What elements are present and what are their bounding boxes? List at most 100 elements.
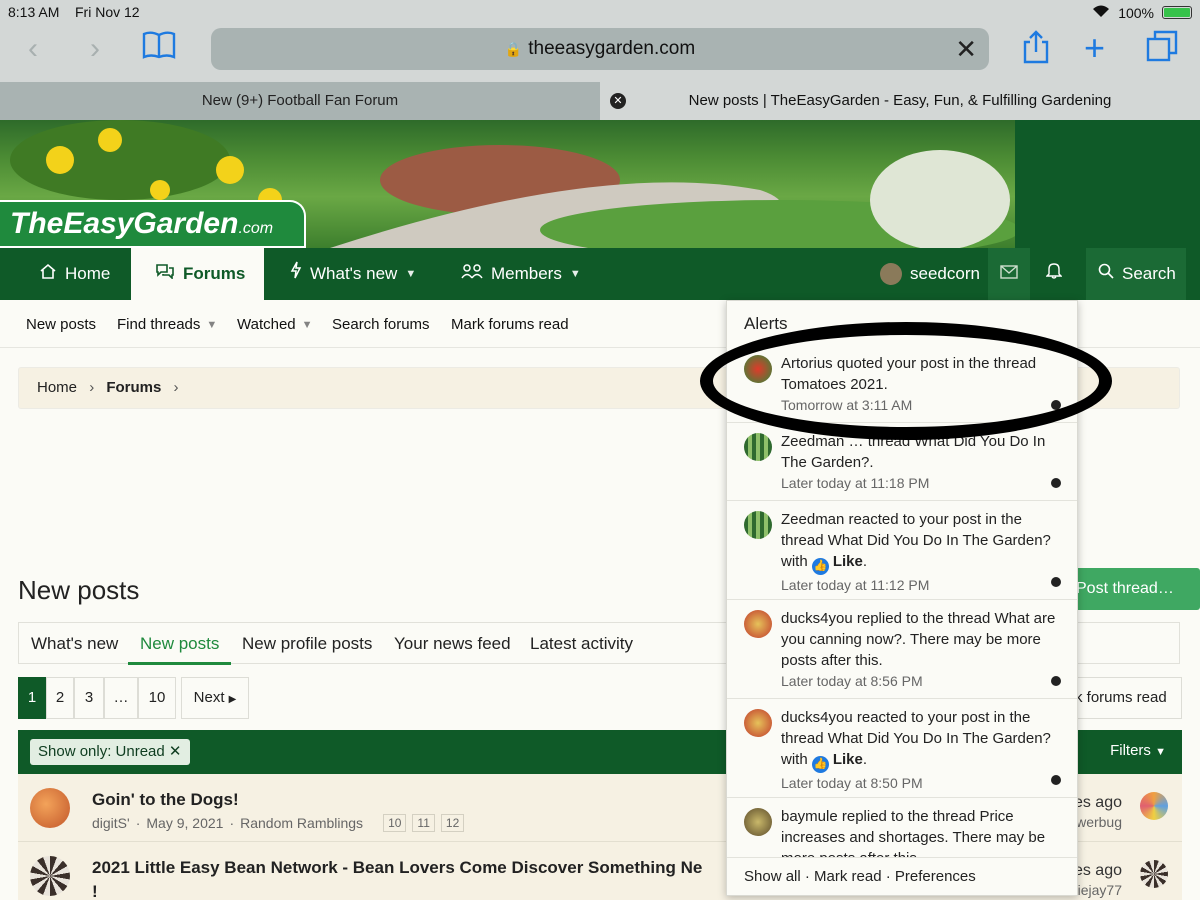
tab-label: New (9+) Football Fan Forum bbox=[201, 92, 399, 109]
nav-search[interactable]: Search bbox=[1086, 248, 1186, 300]
page-2[interactable]: 2 bbox=[46, 677, 74, 719]
nav-conversations[interactable] bbox=[988, 248, 1030, 300]
filter-chip-unread[interactable]: Show only: Unread ✕ bbox=[30, 739, 190, 765]
thread-meta: digitS' · May 9, 2021 · Random Ramblings 1… bbox=[92, 814, 465, 832]
avatar bbox=[30, 856, 70, 896]
nav-forums-label: Forums bbox=[183, 264, 246, 283]
caret-right-icon: ▶ bbox=[228, 694, 237, 705]
thread-forum[interactable]: Random Ramblings bbox=[240, 815, 363, 831]
page-1[interactable]: 1 bbox=[18, 677, 46, 719]
unread-dot[interactable] bbox=[1051, 577, 1061, 587]
chevron-down-icon[interactable]: ▼ bbox=[405, 248, 416, 300]
alert-item[interactable]: ducks4you reacted to your post in the th… bbox=[727, 699, 1077, 798]
address-bar[interactable]: 🔒 theeasygarden.com ✕ bbox=[211, 28, 989, 70]
avatar bbox=[744, 610, 772, 638]
filters-label: Filters bbox=[1110, 742, 1151, 759]
forward-icon[interactable]: › bbox=[90, 34, 100, 64]
browser-toolbar: ‹ › 🔒 theeasygarden.com ✕ + bbox=[0, 24, 1200, 82]
nav-home[interactable]: Home bbox=[27, 248, 122, 300]
mark-forums-read-button[interactable]: k forums read bbox=[1060, 677, 1182, 719]
share-icon[interactable] bbox=[1022, 30, 1050, 73]
unread-dot[interactable] bbox=[1051, 478, 1061, 488]
filter-label: Show only: bbox=[38, 743, 112, 760]
back-icon[interactable]: ‹ bbox=[28, 34, 38, 64]
thread-author[interactable]: digitS' bbox=[92, 815, 130, 831]
remove-filter-icon[interactable]: ✕ bbox=[169, 743, 182, 760]
avatar bbox=[1140, 860, 1168, 888]
chevron-down-icon[interactable]: ▼ bbox=[302, 319, 313, 331]
tab-news-feed[interactable]: Your news feed bbox=[394, 623, 511, 665]
alert-item[interactable]: Artorius quoted your post in the thread … bbox=[727, 345, 1077, 423]
site-logo[interactable]: TheEasyGarden.com bbox=[0, 200, 306, 248]
thread-last-time: es ago bbox=[1073, 862, 1122, 879]
subnav-mark-read[interactable]: Mark forums read bbox=[451, 316, 569, 333]
alert-message: Zeedman … thread What Did You Do In The … bbox=[781, 433, 1046, 471]
unread-dot[interactable] bbox=[1051, 400, 1061, 410]
bookmarks-icon[interactable] bbox=[142, 30, 176, 69]
post-thread-button[interactable]: Post thread… bbox=[1066, 568, 1200, 610]
search-icon bbox=[1098, 248, 1114, 300]
nav-forums[interactable]: Forums bbox=[131, 248, 264, 300]
alert-item[interactable]: Zeedman reacted to your post in the thre… bbox=[727, 501, 1077, 600]
chevron-down-icon[interactable]: ▼ bbox=[570, 248, 581, 300]
page-ellipsis[interactable]: … bbox=[104, 677, 138, 719]
subnav-watched[interactable]: Watched ▼ bbox=[237, 316, 313, 333]
tab-new-profile-posts[interactable]: New profile posts bbox=[242, 623, 372, 665]
alert-item[interactable]: Zeedman … thread What Did You Do In The … bbox=[727, 423, 1077, 501]
members-icon bbox=[461, 248, 483, 300]
thread-last-user[interactable]: werbug bbox=[1076, 814, 1122, 830]
thread-last-user[interactable]: iejay77 bbox=[1078, 882, 1122, 898]
thread-page-link[interactable]: 11 bbox=[412, 814, 435, 832]
close-tab-icon[interactable]: ✕ bbox=[610, 93, 626, 109]
thread-title[interactable]: Goin' to the Dogs! bbox=[92, 790, 239, 810]
nav-alerts[interactable] bbox=[1034, 248, 1074, 300]
status-right: 100% bbox=[1092, 4, 1192, 21]
thread-title[interactable]: 2021 Little Easy Bean Network - Bean Lov… bbox=[92, 858, 702, 878]
unread-dot[interactable] bbox=[1051, 676, 1061, 686]
alert-item[interactable]: ducks4you replied to the thread What are… bbox=[727, 600, 1077, 699]
new-tab-icon[interactable]: + bbox=[1084, 30, 1105, 66]
alert-time: Later today at 8:50 PM bbox=[781, 775, 923, 791]
nav-members[interactable]: Members ▼ bbox=[449, 248, 593, 300]
chevron-down-icon[interactable]: ▼ bbox=[206, 319, 217, 331]
nav-whats-new[interactable]: What's new ▼ bbox=[278, 248, 428, 300]
tab-football-forum[interactable]: New (9+) Football Fan Forum bbox=[0, 82, 600, 120]
page-3[interactable]: 3 bbox=[74, 677, 104, 719]
page-10[interactable]: 10 bbox=[138, 677, 176, 719]
alert-text: ducks4you replied to the thread What are… bbox=[781, 608, 1063, 691]
lock-icon: 🔒 bbox=[504, 41, 523, 57]
chevron-right-icon: › bbox=[89, 379, 95, 396]
tab-new-posts[interactable]: New posts bbox=[128, 623, 232, 665]
nav-user[interactable]: seedcorn bbox=[868, 248, 992, 300]
nav-home-label: Home bbox=[65, 264, 111, 283]
next-page-button[interactable]: Next ▶ bbox=[181, 677, 249, 719]
envelope-icon bbox=[1000, 248, 1018, 300]
tabs-icon[interactable] bbox=[1146, 30, 1178, 71]
breadcrumb-forums[interactable]: Forums bbox=[106, 379, 161, 396]
chevron-right-icon: › bbox=[173, 379, 179, 396]
alerts-footer[interactable]: Show all · Mark read · Preferences bbox=[727, 857, 1077, 895]
clear-url-icon[interactable]: ✕ bbox=[955, 28, 977, 70]
unread-dot[interactable] bbox=[1051, 775, 1061, 785]
subnav-find-threads[interactable]: Find threads ▼ bbox=[117, 316, 217, 333]
avatar bbox=[880, 263, 902, 285]
thread-date: May 9, 2021 bbox=[146, 815, 224, 831]
filter-value: Unread bbox=[115, 743, 165, 760]
thread-page-link[interactable]: 12 bbox=[440, 814, 465, 832]
breadcrumb-home[interactable]: Home bbox=[37, 379, 77, 396]
tab-whats-new[interactable]: What's new bbox=[31, 623, 118, 665]
reaction-label: Like bbox=[832, 553, 863, 570]
period: . bbox=[862, 751, 868, 768]
tab-easy-garden[interactable]: ✕ New posts | TheEasyGarden - Easy, Fun,… bbox=[600, 82, 1200, 120]
period: . bbox=[862, 553, 868, 570]
alert-text: Zeedman reacted to your post in the thre… bbox=[781, 509, 1063, 595]
subnav-new-posts[interactable]: New posts bbox=[26, 316, 96, 333]
subnav-search-forums[interactable]: Search forums bbox=[332, 316, 430, 333]
tab-latest-activity[interactable]: Latest activity bbox=[530, 623, 633, 665]
next-label: Next bbox=[193, 689, 225, 706]
separator: · bbox=[135, 815, 141, 831]
logo-suffix: .com bbox=[238, 220, 274, 237]
filters-button[interactable]: Filters ▼ bbox=[1110, 742, 1166, 759]
separator: · bbox=[229, 815, 235, 831]
thread-page-link[interactable]: 10 bbox=[383, 814, 407, 832]
